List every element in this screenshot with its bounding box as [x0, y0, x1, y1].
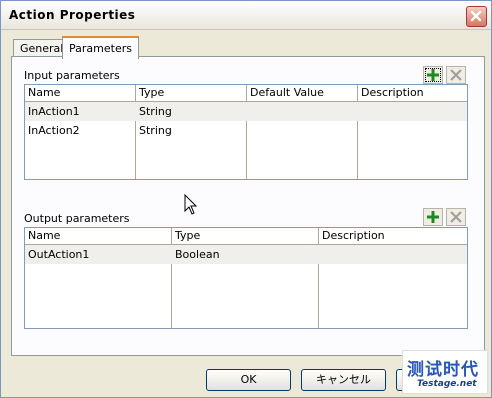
- column-divider: [318, 228, 319, 328]
- column-header-description[interactable]: Description: [358, 85, 424, 101]
- cell-name: OutAction1: [28, 248, 90, 261]
- delete-icon: [450, 211, 462, 223]
- ok-button-label: OK: [240, 373, 257, 386]
- table-header: Name Type Description: [25, 228, 467, 245]
- tab-parameters[interactable]: Parameters: [62, 36, 139, 59]
- output-parameters-label: Output parameters: [24, 212, 130, 225]
- window-title: Action Properties: [9, 8, 136, 22]
- column-header-name[interactable]: Name: [25, 228, 60, 244]
- ok-button[interactable]: OK: [206, 369, 291, 391]
- add-icon: [427, 211, 439, 223]
- watermark-subtext: Testage.net: [417, 379, 477, 389]
- output-parameters-table[interactable]: Name Type Description OutAction1 Boolean: [24, 227, 468, 329]
- title-bar: Action Properties: [1, 1, 491, 30]
- cell-name: InAction1: [28, 105, 80, 118]
- input-parameters-table[interactable]: Name Type Default Value Description InAc…: [24, 84, 468, 180]
- column-header-type[interactable]: Type: [172, 228, 200, 244]
- watermark-logo: 测试时代 Testage.net: [402, 350, 488, 394]
- column-header-type[interactable]: Type: [136, 85, 164, 101]
- dialog-window: Action Properties General Parameters Inp…: [0, 0, 492, 398]
- column-header-default-value[interactable]: Default Value: [247, 85, 324, 101]
- cell-type: String: [139, 105, 172, 118]
- parameters-panel: Input parameters Name Type Default Value…: [11, 56, 485, 356]
- add-output-parameter-button[interactable]: [423, 208, 443, 226]
- cell-type: Boolean: [175, 248, 220, 261]
- tab-general-label: General: [20, 42, 64, 55]
- table-row[interactable]: OutAction1 Boolean: [25, 245, 467, 264]
- cancel-button-label: キャンセル: [316, 373, 371, 386]
- table-row[interactable]: InAction2 String: [25, 121, 467, 140]
- input-parameters-label: Input parameters: [24, 69, 120, 82]
- column-divider: [171, 228, 172, 328]
- close-button[interactable]: [466, 6, 487, 27]
- delete-input-parameter-button[interactable]: [446, 66, 466, 84]
- cancel-button[interactable]: キャンセル: [301, 369, 386, 391]
- column-header-name[interactable]: Name: [25, 85, 60, 101]
- close-icon: [470, 10, 482, 22]
- column-header-description[interactable]: Description: [319, 228, 385, 244]
- table-row[interactable]: InAction1 String: [25, 102, 467, 121]
- delete-output-parameter-button[interactable]: [446, 208, 466, 226]
- watermark-text: 测试时代: [407, 360, 479, 380]
- add-icon: [427, 69, 439, 81]
- arrow-cursor-icon: [184, 194, 198, 215]
- cell-type: String: [139, 124, 172, 137]
- delete-icon: [450, 69, 462, 81]
- tab-parameters-label: Parameters: [69, 42, 132, 55]
- cell-name: InAction2: [28, 124, 80, 137]
- add-input-parameter-button[interactable]: [423, 66, 443, 84]
